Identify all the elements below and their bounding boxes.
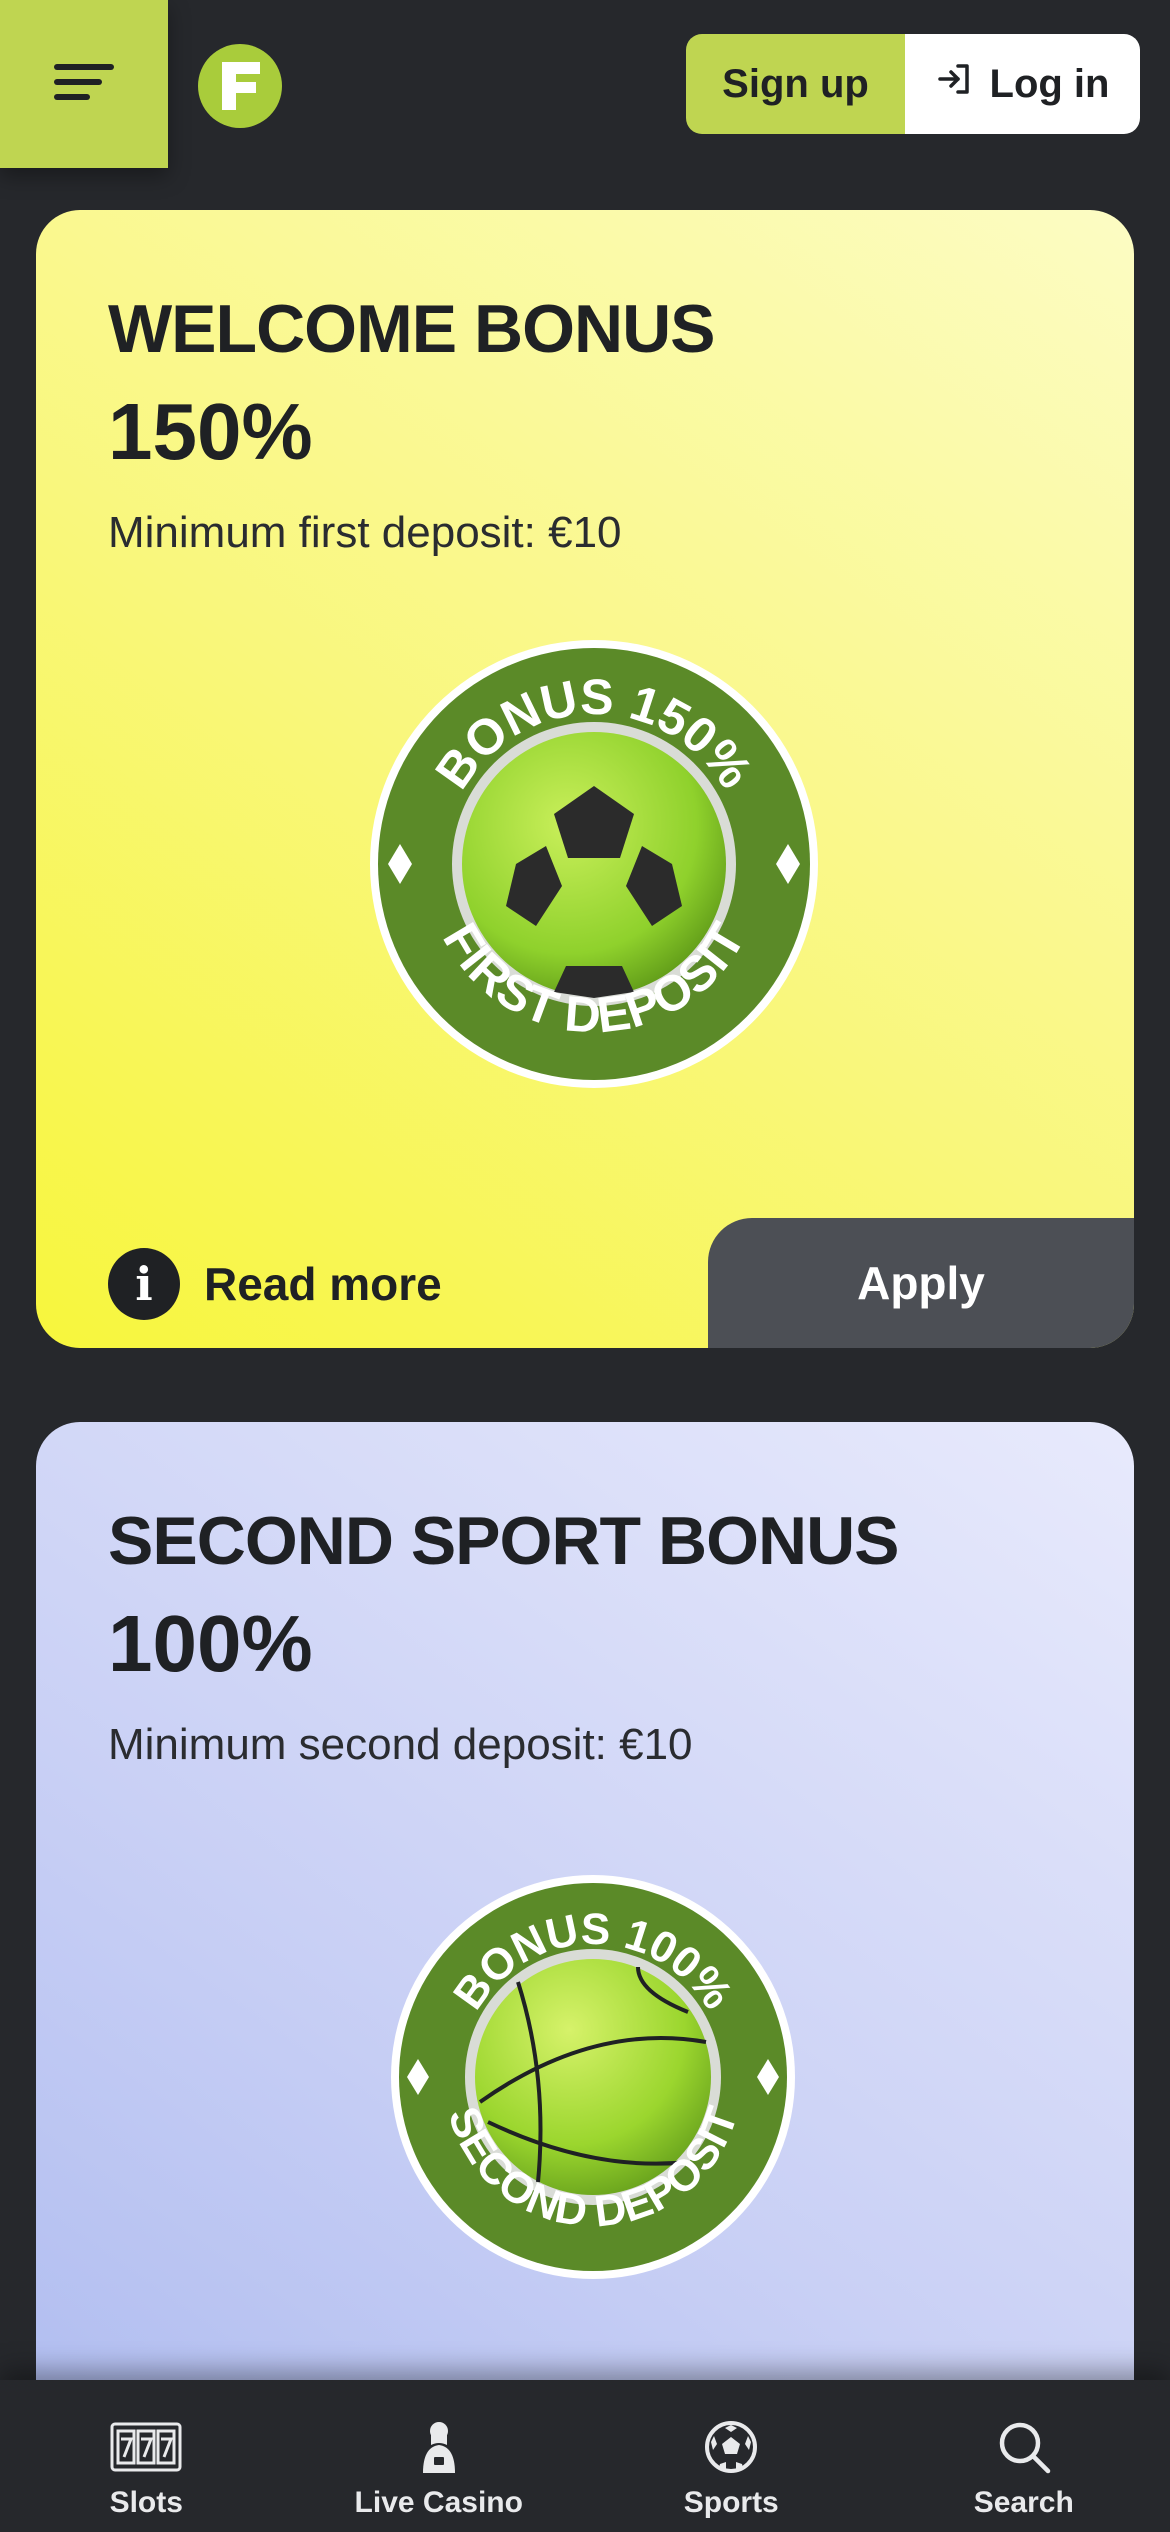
menu-button[interactable] xyxy=(0,0,168,168)
auth-buttons: Sign up Log in xyxy=(686,34,1140,134)
bonuses-page: Sign up Log in WELCOME BONUS 150% Minimu… xyxy=(0,0,1170,2532)
live-dealer-icon xyxy=(402,2416,476,2478)
apply-button[interactable]: Apply xyxy=(708,1218,1134,1348)
bonus-badge-150: BONUS 150% FIRST DEPOSIT xyxy=(366,636,822,1092)
soccer-ball-icon xyxy=(694,2416,768,2478)
bonus-min-deposit: Minimum first deposit: €10 xyxy=(108,508,622,557)
info-icon: i xyxy=(108,1248,180,1320)
logo-f-icon xyxy=(222,62,260,110)
bonus-badge-100: BONUS 100% SECOND DEPOSIT xyxy=(388,1872,798,2282)
brand-logo[interactable] xyxy=(198,44,282,128)
bonus-title: SECOND SPORT BONUS xyxy=(108,1503,900,1579)
nav-item-live-casino[interactable]: Live Casino xyxy=(293,2380,586,2532)
slots-777-icon xyxy=(109,2416,183,2478)
bonus-title: WELCOME BONUS xyxy=(108,291,716,367)
sign-up-button[interactable]: Sign up xyxy=(686,34,905,134)
nav-label: Slots xyxy=(109,2486,183,2519)
nav-label: Live Casino xyxy=(354,2486,523,2519)
read-more-link[interactable]: i Read more xyxy=(108,1248,442,1320)
bonus-percent: 100% xyxy=(108,1599,313,1688)
nav-item-sports[interactable]: Sports xyxy=(585,2380,878,2532)
soccer-ball-badge-icon: BONUS 150% FIRST DEPOSIT xyxy=(370,640,818,1088)
bonus-min-deposit: Minimum second deposit: €10 xyxy=(108,1720,693,1769)
log-in-label: Log in xyxy=(989,61,1110,106)
card-actions: i Read more Apply xyxy=(36,1218,1134,1348)
nav-item-slots[interactable]: Slots xyxy=(0,2380,293,2532)
second-sport-bonus-card: SECOND SPORT BONUS 100% Minimum second d… xyxy=(36,1422,1134,2532)
nav-label: Search xyxy=(973,2486,1074,2519)
nav-item-search[interactable]: Search xyxy=(878,2380,1170,2532)
apply-label: Apply xyxy=(857,1257,985,1309)
basketball-badge-icon: BONUS 100% SECOND DEPOSIT xyxy=(391,1875,795,2279)
bonus-percent: 150% xyxy=(108,387,313,476)
login-arrow-icon xyxy=(936,61,972,107)
log-in-button[interactable]: Log in xyxy=(905,34,1140,134)
read-more-label: Read more xyxy=(204,1258,442,1310)
hamburger-menu-icon xyxy=(52,62,116,107)
nav-label: Sports xyxy=(683,2486,779,2519)
welcome-bonus-card: WELCOME BONUS 150% Minimum first deposit… xyxy=(36,210,1134,1348)
top-header: Sign up Log in xyxy=(0,0,1170,168)
sign-up-label: Sign up xyxy=(722,61,869,106)
bottom-navigation: Slots Live Casino Sports Search xyxy=(0,2380,1170,2532)
search-icon xyxy=(987,2416,1061,2478)
